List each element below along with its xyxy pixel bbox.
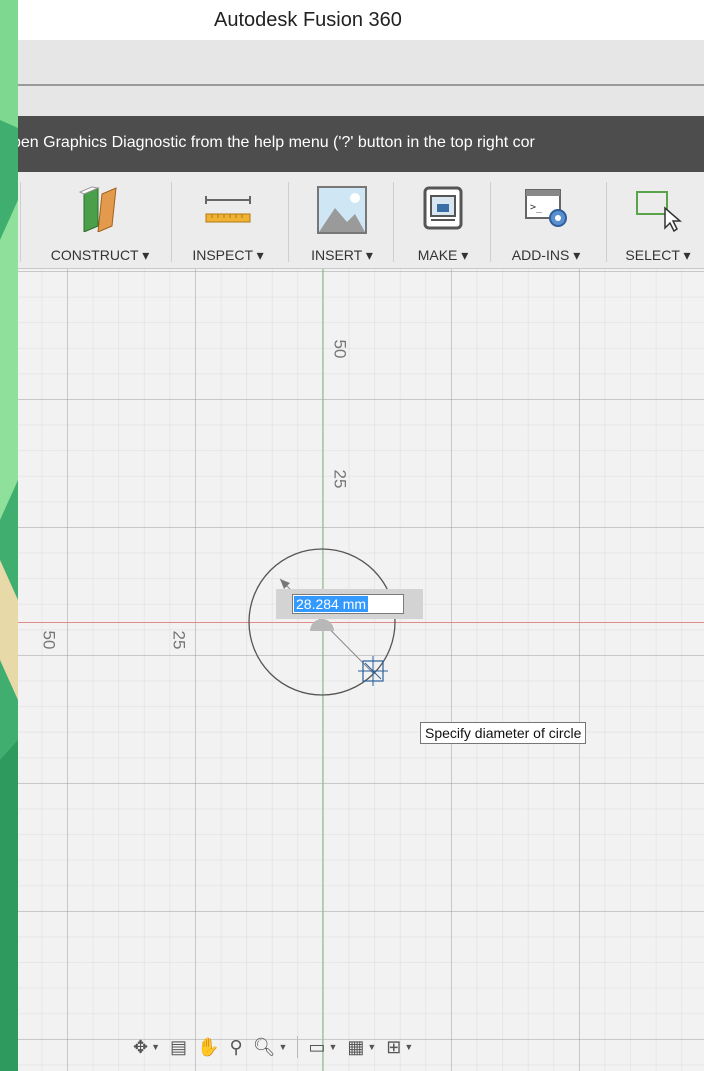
add-ins-label: ADD-INS ▾ [511,247,581,263]
insert-image-icon [317,186,367,234]
construct-planes-icon [78,186,117,232]
toolbar-separator [171,182,172,262]
sketch-circle-preview[interactable] [18,269,704,1071]
tooltip: Specify diameter of circle [420,722,587,744]
toolbar-separator [288,182,289,262]
display-settings-icon[interactable]: ▭ [308,1030,325,1064]
toolbar-separator [393,182,394,262]
diameter-input[interactable]: 28.284 mm [292,594,404,614]
window-title: Autodesk Fusion 360 [214,9,402,31]
diameter-value: 28.284 mm [294,596,369,612]
zoom-icon[interactable]: ⚲ [229,1030,242,1064]
make-menu-button[interactable]: MAKE ▾ [398,172,488,268]
toolbar-separator [490,182,491,262]
title-bar: Autodesk Fusion 360 [18,0,704,40]
toolbar: CONSTRUCT ▾ INSPECT ▾ INSERT ▾ MAKE ▾ >_… [18,172,704,269]
select-window-icon [636,191,683,232]
chevron-down-icon[interactable]: ▼ [367,1042,376,1052]
inspect-label: INSPECT ▾ [192,247,264,263]
chevron-down-icon[interactable]: ▼ [151,1042,160,1052]
dimension-input-box: 28.284 mm [276,589,423,619]
grid-settings-icon[interactable]: ▦ [347,1030,364,1064]
pan-hand-icon[interactable]: ✋ [197,1030,219,1064]
chevron-down-icon[interactable]: ▼ [279,1042,288,1052]
chevron-down-icon[interactable]: ▼ [404,1042,413,1052]
add-ins-menu-button[interactable]: >_ ADD-INS ▾ [496,172,596,268]
zoom-window-icon[interactable]: 🔍︎ [253,1030,276,1064]
svg-text:>_: >_ [530,202,543,213]
navigation-bar: ✥ ▼ ▤ ✋ ⚲ 🔍︎ ▼ ▭ ▼ ▦ ▼ ⊞ ▼ [133,1030,423,1064]
insert-menu-button[interactable]: INSERT ▾ [292,172,392,268]
construct-menu-button[interactable]: CONSTRUCT ▾ [30,172,170,268]
graphics-notice-banner: pen Graphics Diagnostic from the help me… [18,116,704,172]
ruler-icon [205,196,251,223]
3d-printer-icon [423,186,463,230]
tab-bar [18,86,704,116]
construct-label: CONSTRUCT ▾ [50,247,150,263]
inspect-menu-button[interactable]: INSPECT ▾ [178,172,278,268]
select-label: SELECT ▾ [625,247,691,263]
viewports-icon[interactable]: ⊞ [386,1030,401,1064]
insert-label: INSERT ▾ [311,247,373,263]
fusion-window: Autodesk Fusion 360 pen Graphics Diagnos… [18,0,704,1071]
look-at-icon[interactable]: ▤ [170,1030,187,1064]
application-bar [18,40,704,86]
circle-handle-icon[interactable] [358,656,388,686]
select-menu-button[interactable]: SELECT ▾ [612,172,704,268]
sketch-canvas[interactable]: 50 25 50 25 28.284 mm Specify diameter o… [18,269,704,1071]
toolbar-separator [20,182,21,262]
notice-text: pen Graphics Diagnostic from the help me… [18,134,535,151]
nav-separator [297,1036,299,1058]
make-label: MAKE ▾ [417,247,469,263]
script-gear-icon: >_ [525,189,567,227]
orbit-icon[interactable]: ✥ [133,1030,148,1064]
chevron-down-icon[interactable]: ▼ [328,1042,337,1052]
toolbar-separator [606,182,607,262]
